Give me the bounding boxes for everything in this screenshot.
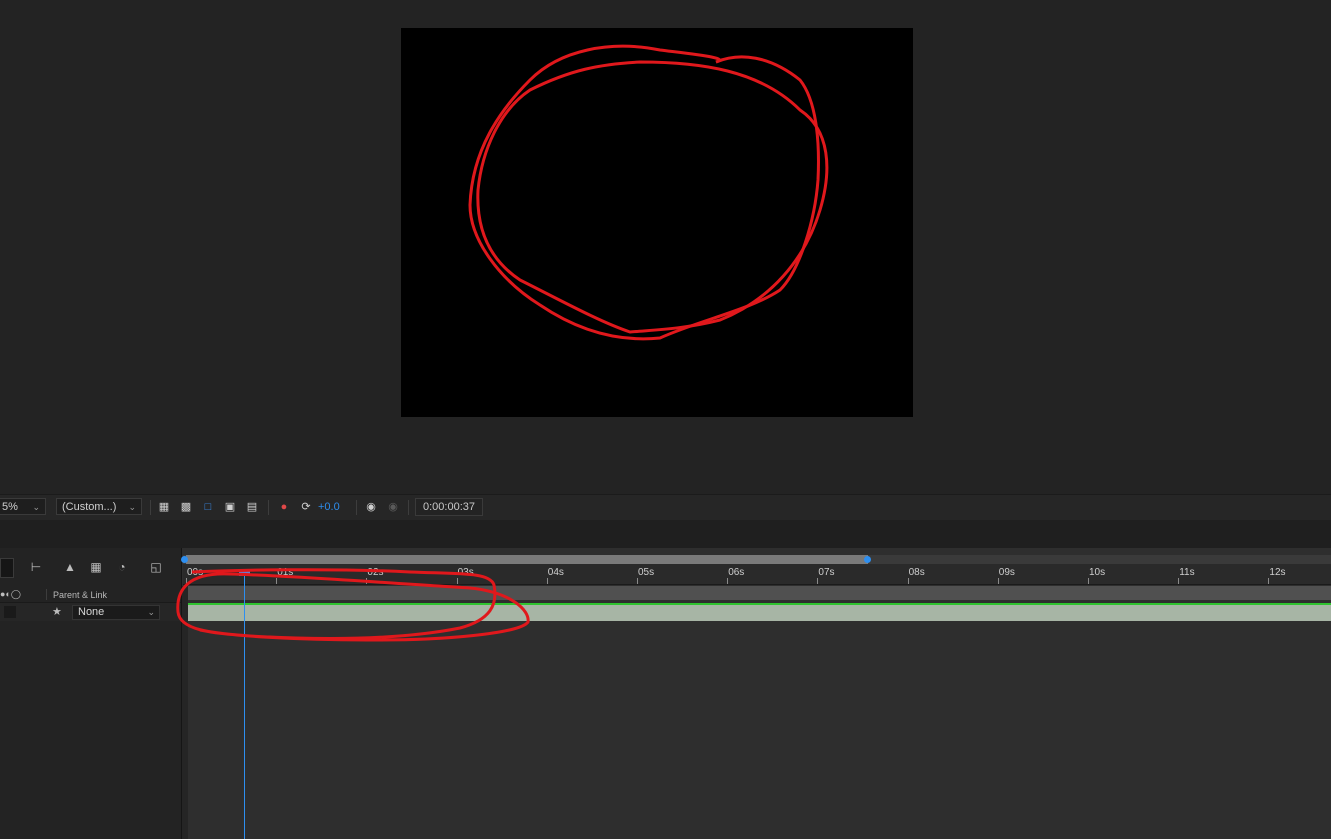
ruler-tick (907, 578, 909, 584)
ruler-label: 05s (638, 567, 655, 578)
safe-margins-icon[interactable]: ▣ (223, 500, 237, 514)
toolbar-divider (408, 500, 409, 515)
switch-columns-icon: ●◐◯ (0, 589, 21, 599)
layer-label-swatch[interactable] (4, 606, 16, 618)
ruler-label: 06s (728, 567, 745, 578)
chevron-down-icon: ⌄ (32, 502, 40, 512)
mask-path-icon[interactable]: □ (201, 500, 215, 514)
ruler-label: 03s (457, 567, 474, 578)
ruler-label: 02s (367, 567, 384, 578)
current-time-indicator[interactable] (239, 569, 250, 576)
ruler-label: 00s (187, 567, 204, 578)
magnification-dropdown[interactable]: 5% ⌄ (0, 498, 46, 515)
ruler-tick (366, 578, 368, 584)
composition-flowchart-icon[interactable]: ⊢ (28, 560, 44, 574)
reset-exposure-icon[interactable]: ⟳ (299, 500, 313, 514)
snapshot-camera-icon[interactable]: ◉ (364, 500, 378, 514)
resolution-dropdown[interactable]: (Custom...) ⌄ (56, 498, 142, 515)
magnification-value: 5% (2, 501, 18, 513)
viewer-toolbar: 5% ⌄ (Custom...) ⌄ ▦ ▩ □ ▣ ▤ ● ⟳ +0.0 ◉ … (0, 494, 1331, 521)
playhead-line (244, 572, 245, 839)
ruler-label: 04s (547, 567, 564, 578)
panel-divider (0, 520, 1331, 548)
color-channel-icon[interactable]: ● (277, 500, 291, 514)
ruler-tick (1088, 578, 1089, 584)
ruler-tick (727, 578, 729, 584)
ruler-label: 12s (1269, 567, 1286, 578)
ruler-label: 07s (818, 567, 835, 578)
timeline-track-row (183, 586, 1331, 600)
parent-link-column-header[interactable]: Parent & Link (53, 590, 107, 600)
time-ruler[interactable] (183, 564, 1331, 585)
ruler-tick (546, 578, 548, 584)
chevron-down-icon: ⌄ (128, 502, 136, 512)
ruler-tick (1268, 578, 1270, 584)
toolbar-divider (268, 500, 269, 515)
chevron-down-icon: ⌄ (147, 607, 155, 617)
column-divider (46, 589, 47, 600)
pick-whip-icon[interactable]: ★ (52, 605, 62, 618)
ruler-tick (456, 578, 458, 584)
ruler-label: 11s (1179, 567, 1195, 578)
timeline-gutter (182, 586, 188, 839)
motion-blur-icon[interactable]: ◔ (114, 560, 130, 574)
ruler-tick (817, 578, 819, 584)
parent-value: None (78, 606, 105, 618)
ruler-tick (637, 578, 638, 584)
layer-search-input[interactable] (0, 558, 14, 578)
transparency-grid-icon[interactable]: ▩ (179, 500, 193, 514)
ruler-tick (997, 578, 999, 584)
ruler-tick (1178, 578, 1180, 584)
toolbar-divider (356, 500, 357, 515)
exposure-value[interactable]: +0.0 (318, 499, 340, 515)
ruler-label: 08s (908, 567, 925, 578)
toolbar-divider (150, 500, 151, 515)
work-area-start-handle[interactable] (181, 556, 188, 563)
composition-canvas[interactable] (401, 28, 913, 417)
ruler-tick (186, 578, 187, 584)
draft-3d-icon[interactable]: ▲ (62, 560, 78, 574)
frame-blending-icon[interactable]: ▦ (88, 560, 104, 574)
resolution-value: (Custom...) (62, 501, 117, 513)
work-area-bar[interactable] (186, 555, 868, 564)
graph-editor-icon[interactable]: ◱ (148, 560, 164, 574)
layer-duration-bar[interactable] (188, 603, 1331, 621)
parent-dropdown[interactable]: None ⌄ (72, 605, 160, 620)
grid-guides-icon[interactable]: ▤ (245, 500, 259, 514)
show-snapshot-icon[interactable]: ◉ (386, 500, 400, 514)
current-time-display[interactable]: 0:00:00:37 (415, 498, 483, 516)
ruler-label: 10s (1089, 567, 1106, 578)
ruler-label: 01s (277, 567, 294, 578)
work-area-end-handle[interactable] (864, 556, 871, 563)
ruler-label: 09s (998, 567, 1015, 578)
ruler-tick (276, 578, 278, 584)
region-of-interest-icon[interactable]: ▦ (157, 500, 171, 514)
